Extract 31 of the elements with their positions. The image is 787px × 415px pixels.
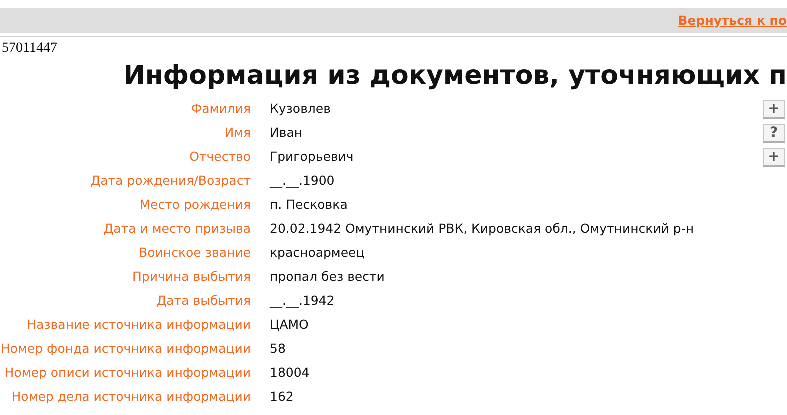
field-label: Место рождения xyxy=(138,196,251,214)
field-label: Фамилия xyxy=(190,100,251,118)
field-label: Дата и место призыва xyxy=(102,220,251,238)
field-value: __.__.1942 xyxy=(270,292,336,310)
field-label: Воинское звание xyxy=(138,244,251,262)
field-label: Номер фонда источника информации xyxy=(0,340,251,358)
field-value: 162 xyxy=(270,388,295,406)
action-button[interactable]: + xyxy=(763,100,785,118)
field-label: Имя xyxy=(224,124,251,142)
field-label: Название источника информации xyxy=(26,316,251,334)
action-button[interactable]: ? xyxy=(763,124,785,142)
field-label: Номер описи источника информации xyxy=(4,364,251,382)
field-value: 20.02.1942 Омутнинский РВК, Кировская обл., Омутнинский р-н xyxy=(270,220,696,238)
page-title: Информация из документов, уточняющих п xyxy=(122,61,787,91)
field-value: 58 xyxy=(270,340,287,358)
field-value: ЦАМО xyxy=(270,316,310,334)
field-value: __.__.1900 xyxy=(270,172,336,190)
record-id: 57011447 xyxy=(1,40,58,57)
field-label: Дата рождения/Возраст xyxy=(90,172,251,190)
field-value: 18004 xyxy=(270,364,311,382)
field-label: Номер дела источника информации xyxy=(10,388,251,406)
field-label: Дата выбытия xyxy=(156,292,251,310)
field-value: Григорьевич xyxy=(270,148,355,166)
field-value: п. Песковка xyxy=(270,196,349,214)
action-button[interactable]: + xyxy=(763,148,785,166)
field-value: красноармеец xyxy=(270,244,366,262)
field-value: Иван xyxy=(270,124,304,142)
field-value: пропал без вести xyxy=(270,268,386,286)
field-label: Причина выбытия xyxy=(131,268,251,286)
field-value: Кузовлев xyxy=(270,100,332,118)
field-label: Отчество xyxy=(188,148,251,166)
